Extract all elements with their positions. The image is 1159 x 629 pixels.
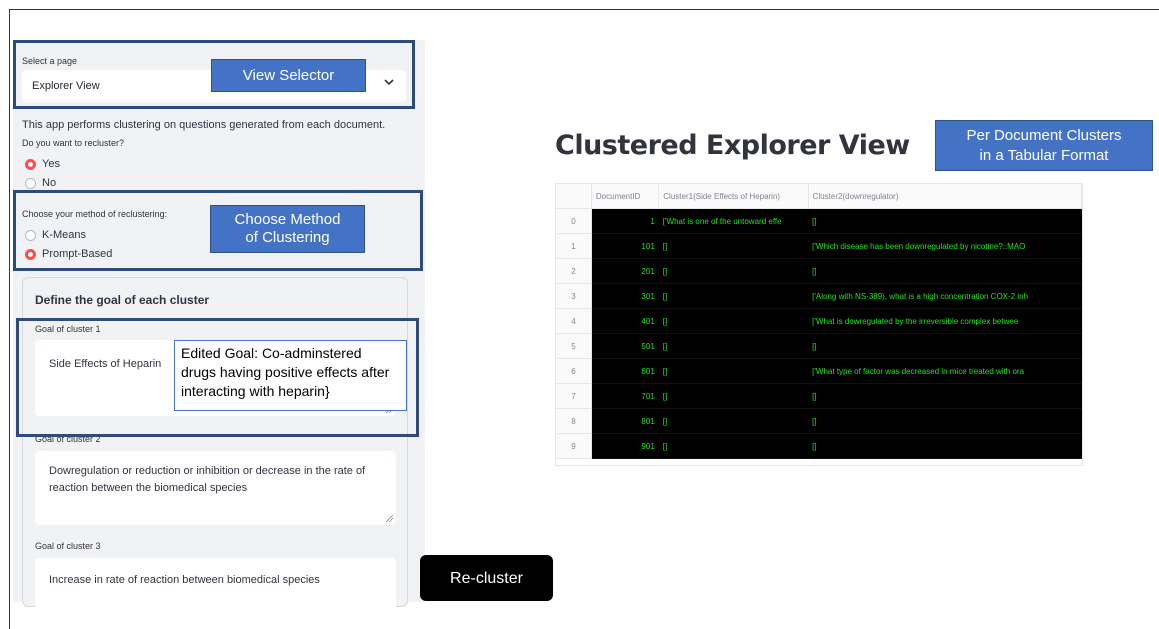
goal-3-textarea[interactable]: Increase in rate of reaction between bio… (35, 558, 396, 618)
radio-no-label: No (42, 177, 57, 189)
clusters-dataframe: DocumentID Cluster1(Side Effects of Hepa… (556, 184, 1082, 459)
choose-method-line-2: of Clustering (245, 229, 330, 246)
row-index-cell: 2 (556, 258, 592, 284)
table-row: 2 201[][] (556, 258, 1082, 284)
table-body: 0 1 ['What is one of the untoward effe[] 1 1… (556, 208, 1082, 459)
column-header-cluster2[interactable]: Cluster2(downregulator) (808, 184, 1082, 209)
table-row: 9 901[][] (556, 433, 1082, 459)
radio-yes-label: Yes (42, 158, 60, 170)
table-row: 4 401[] ['What is dowregulated by the irre… (556, 308, 1082, 334)
goal-2-value: Dowregulation or reduction or inhibition… (49, 465, 366, 494)
row-index-cell: 0 (556, 208, 592, 234)
radio-no[interactable]: No (25, 177, 56, 189)
cluster1-cell[interactable]: [] (658, 383, 809, 409)
table-row: 3 301[] ['Along with NS-389), what is a hi… (556, 283, 1082, 309)
row-index-cell: 4 (556, 308, 592, 334)
document-id-cell[interactable]: 1 (591, 208, 659, 234)
resize-handle-icon[interactable] (386, 515, 393, 522)
row-index-cell: 1 (556, 233, 592, 259)
cluster2-cell[interactable]: [] (808, 383, 1082, 409)
document-id-cell[interactable]: 701 (591, 383, 659, 409)
choose-method-line-1: Choose Method (234, 211, 341, 228)
cluster2-cell[interactable]: [] (808, 258, 1082, 284)
row-index-cell: 9 (556, 433, 592, 459)
table-row: 8 801[][] (556, 408, 1082, 434)
document-id-cell[interactable]: 101 (591, 233, 659, 259)
cluster2-cell[interactable]: [] (808, 208, 1082, 234)
table-row: 0 1 ['What is one of the untoward effe[] (556, 208, 1082, 234)
cluster2-cell[interactable]: [] (808, 433, 1082, 459)
row-index-cell: 6 (556, 358, 592, 384)
index-header (556, 184, 592, 209)
cluster2-cell[interactable]: [] (808, 333, 1082, 359)
edited-goal-callout: Edited Goal: Co-adminstered drugs having… (174, 340, 407, 411)
view-selector-callout: View Selector (211, 59, 366, 92)
per-document-callout: Per Document Clusters in a Tabular Forma… (935, 120, 1153, 171)
document-id-cell[interactable]: 901 (591, 433, 659, 459)
document-id-cell[interactable]: 601 (591, 358, 659, 384)
document-id-cell[interactable]: 501 (591, 333, 659, 359)
choose-method-callout: Choose Method of Clustering (210, 205, 365, 253)
cluster1-cell[interactable]: ['What is one of the untoward effe (658, 208, 809, 234)
cluster1-cell[interactable]: [] (658, 358, 809, 384)
cluster2-cell[interactable]: ['What is dowregulated by the irreversib… (808, 308, 1082, 334)
document-id-cell[interactable]: 301 (591, 283, 659, 309)
column-header-documentid[interactable]: DocumentID (591, 184, 660, 209)
clusters-table[interactable]: DocumentID Cluster1(Side Effects of Hepa… (555, 183, 1083, 466)
row-index-cell: 7 (556, 383, 592, 409)
cluster1-cell[interactable]: [] (658, 283, 809, 309)
table-row: 1 101[] ['Which disease has been downregul… (556, 233, 1082, 259)
cluster1-cell[interactable]: [] (658, 308, 809, 334)
cluster2-cell[interactable]: ['Which disease has been downregulated b… (808, 233, 1082, 259)
recluster-question: Do you want to recluster? (22, 138, 125, 148)
table-row: 7 701[][] (556, 383, 1082, 409)
table-header-row: DocumentID Cluster1(Side Effects of Hepa… (556, 184, 1082, 209)
document-id-cell[interactable]: 801 (591, 408, 659, 434)
radio-unselected-icon (25, 177, 36, 189)
cluster1-cell[interactable]: [] (658, 233, 809, 259)
cluster1-cell[interactable]: [] (658, 258, 809, 284)
radio-selected-icon (25, 158, 36, 170)
cluster2-cell[interactable]: [] (808, 408, 1082, 434)
goals-heading: Define the goal of each cluster (35, 293, 210, 307)
table-row: 5 501[][] (556, 333, 1082, 359)
recluster-button[interactable]: Re-cluster (420, 555, 553, 601)
row-index-cell: 5 (556, 333, 592, 359)
row-index-cell: 8 (556, 408, 592, 434)
goal-3-label: Goal of cluster 3 (35, 541, 101, 551)
goal-3-value: Increase in rate of reaction between bio… (49, 574, 320, 586)
app-description: This app performs clustering on question… (22, 119, 386, 131)
per-document-line-2: in a Tabular Format (979, 147, 1109, 164)
cluster2-cell[interactable]: ['What type of factor was decreased in m… (808, 358, 1082, 384)
document-id-cell[interactable]: 401 (591, 308, 659, 334)
cluster2-cell[interactable]: ['Along with NS-389), what is a high con… (808, 283, 1082, 309)
goal-2-textarea[interactable]: Dowregulation or reduction or inhibition… (35, 451, 396, 525)
document-id-cell[interactable]: 201 (591, 258, 659, 284)
row-index-cell: 3 (556, 283, 592, 309)
cluster1-cell[interactable]: [] (658, 433, 809, 459)
radio-yes[interactable]: Yes (25, 158, 60, 170)
per-document-line-1: Per Document Clusters (966, 127, 1122, 144)
cluster1-cell[interactable]: [] (658, 408, 809, 434)
table-row: 6 601[] ['What type of factor was decrease… (556, 358, 1082, 384)
cluster1-cell[interactable]: [] (658, 333, 809, 359)
column-header-cluster1[interactable]: Cluster1(Side Effects of Heparin) (658, 184, 809, 209)
page-title: Clustered Explorer View (555, 130, 910, 161)
